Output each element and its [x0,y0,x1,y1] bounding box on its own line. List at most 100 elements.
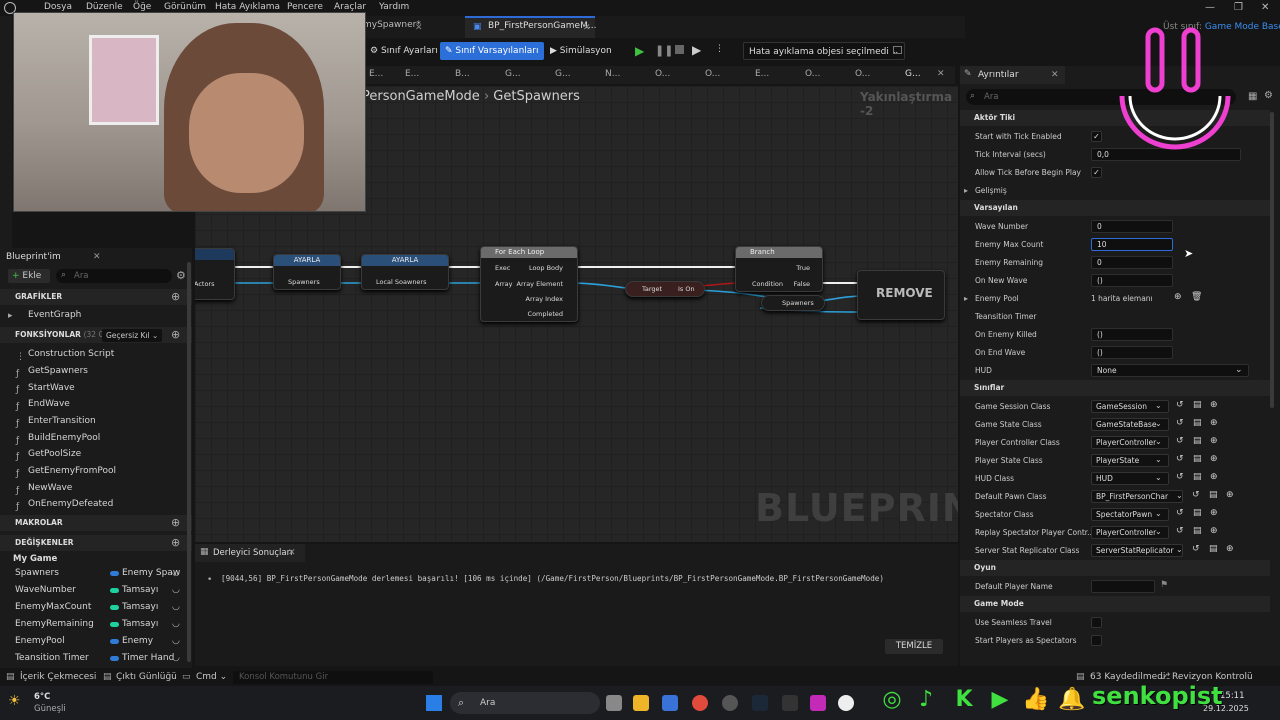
function-item[interactable]: EndWave [28,399,70,409]
folder-icon[interactable]: ▤ [1193,454,1202,464]
enemy-max-count-input[interactable]: 10 [1091,238,1173,251]
back-arrow-icon[interactable]: ↺ [1176,508,1184,518]
tab-close-icon[interactable]: ✕ [583,23,591,33]
grid-icon[interactable]: ▦ [1248,91,1257,102]
variable-item[interactable]: EnemyMaxCount [15,602,91,612]
on-end-wave-value[interactable]: () [1091,346,1173,359]
fn-tab[interactable]: G... [555,69,571,79]
add-element-icon[interactable]: ⊕ [1174,292,1182,302]
fn-tab[interactable]: E... [755,69,769,79]
minimize-icon[interactable]: — [1205,2,1215,13]
add-icon[interactable]: ⊕ [1210,436,1218,446]
variable-item[interactable]: EnemyPool [15,636,65,646]
folder-icon[interactable]: ▤ [1209,544,1218,554]
branch-node[interactable]: Branch True Condition False [735,246,823,292]
fn-tab-active[interactable]: G... [905,69,921,79]
tab-close-icon[interactable]: ✕ [415,23,423,33]
debug-filter-icon[interactable] [893,46,902,54]
close-window-icon[interactable]: ✕ [1261,2,1269,13]
tab-close-icon[interactable]: ✕ [937,69,945,79]
stop-icon[interactable] [675,45,684,54]
set-local-spawners-node[interactable]: AYARLA Local Soawners [361,254,449,290]
add-graph-icon[interactable]: ⊕ [171,290,180,303]
windows-start-icon[interactable] [426,695,442,711]
variable-type[interactable]: Tamsayı [122,619,158,629]
folder-icon[interactable]: ▤ [1193,508,1202,518]
variable-type[interactable]: Tamsayı [122,602,158,612]
menu-view[interactable]: Görünüm [164,2,206,12]
enemy-remaining-input[interactable]: 0 [1091,256,1173,269]
trash-icon[interactable]: 🗑 [1191,292,1202,302]
close-icon[interactable]: ✕ [93,252,101,262]
steam-icon[interactable] [752,695,768,711]
on-new-wave-value[interactable]: () [1091,274,1173,287]
debug-object-dropdown[interactable]: Hata ayıklama objesi seçilmedi ⌄ [743,42,906,60]
default-player-name-input[interactable] [1091,580,1155,593]
more-icon[interactable]: ⋮ [715,44,724,54]
array-remove-node[interactable]: REMOVE [857,270,945,320]
event-graph-item[interactable]: EventGraph [28,310,81,320]
flag-icon[interactable]: ⚑ [1160,580,1168,590]
folder-icon[interactable]: ▤ [1193,472,1202,482]
console-input[interactable]: Konsol Komutunu Gir [233,671,433,684]
function-item[interactable]: NewWave [28,483,72,493]
add-icon[interactable]: ⊕ [1210,418,1218,428]
menu-tools[interactable]: Araçlar [334,2,366,12]
class-defaults-button[interactable]: ✎ Sınıf Varsayılanları [440,42,544,60]
fn-tab[interactable]: O... [805,69,820,79]
game-mode-section[interactable]: Game Mode [960,596,1270,612]
back-arrow-icon[interactable]: ↺ [1192,544,1200,554]
simulation-button[interactable]: ▶ Simülasyon [545,42,617,60]
chrome-icon[interactable] [692,695,708,711]
close-icon[interactable]: ✕ [1051,70,1059,80]
visibility-icon[interactable]: ◡ [172,585,180,595]
folder-icon[interactable]: ▤ [1193,400,1202,410]
content-drawer-button[interactable]: İçerik Çekmecesi [20,672,96,682]
back-arrow-icon[interactable]: ↺ [1176,472,1184,482]
back-arrow-icon[interactable]: ↺ [1192,490,1200,500]
add-icon[interactable]: ⊕ [1210,526,1218,536]
variable-category[interactable]: My Game [13,554,57,564]
variable-type[interactable]: Tamsayı [122,585,158,595]
epic-games-icon[interactable] [782,695,798,711]
functions-section[interactable]: FONKSİYONLAR (32 GEÇER [0,327,192,343]
function-item[interactable]: StartWave [28,383,75,393]
menu-debug[interactable]: Hata Ayıklama [215,2,280,12]
maximize-icon[interactable]: ❐ [1234,2,1243,13]
unsaved-count[interactable]: 63 Kaydedilmedi [1090,672,1165,682]
fn-tab[interactable]: E... [369,69,383,79]
app-icon[interactable] [722,695,738,711]
clock-time[interactable]: 15:11 [1220,691,1245,701]
fn-tab[interactable]: N... [605,69,620,79]
add-icon[interactable]: ⊕ [1210,454,1218,464]
function-item[interactable]: GetPoolSize [28,449,81,459]
fn-tab[interactable]: B... [455,69,470,79]
visibility-icon[interactable]: ◡ [172,602,180,612]
add-icon[interactable]: ⊕ [1210,508,1218,518]
back-arrow-icon[interactable]: ↺ [1176,400,1184,410]
visibility-icon[interactable]: ◡ [172,653,180,663]
on-enemy-killed-value[interactable]: () [1091,328,1173,341]
defaults-section[interactable]: Varsayılan [960,200,1270,216]
variable-type[interactable]: Enemy [122,636,153,646]
folder-icon[interactable]: ▤ [1193,436,1202,446]
advanced-expander[interactable]: Gelişmiş [975,186,1007,195]
menu-asset[interactable]: Öğe [133,2,151,12]
back-arrow-icon[interactable]: ↺ [1176,454,1184,464]
variables-section[interactable]: DEĞİŞKENLER [0,535,192,551]
back-arrow-icon[interactable]: ↺ [1176,526,1184,536]
seamless-travel-checkbox[interactable] [1091,617,1102,628]
folder-icon[interactable]: ▤ [1193,418,1202,428]
function-item[interactable]: OnEnemyDefeated [28,499,113,509]
for-each-loop-node[interactable]: For Each Loop Exec Array Loop Body Array… [480,246,578,322]
search-input[interactable]: Ara [56,269,172,283]
fn-tab[interactable]: O... [655,69,670,79]
function-item[interactable]: GetSpawners [28,366,88,376]
add-function-icon[interactable]: ⊕ [171,328,180,341]
details-scrollbar[interactable] [1270,112,1274,408]
game-section[interactable]: Oyun [960,560,1270,576]
output-log-button[interactable]: Çıktı Günlüğü [116,672,177,682]
function-item[interactable]: EnterTransition [28,416,96,426]
variable-item[interactable]: EnemyRemaining [15,619,94,629]
add-icon[interactable]: ⊕ [1226,544,1234,554]
